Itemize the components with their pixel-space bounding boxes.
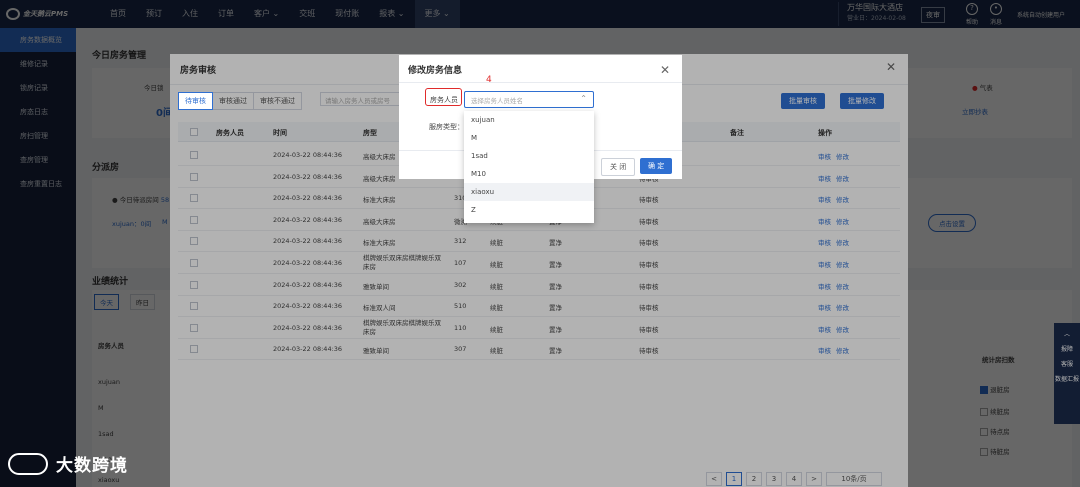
option-m[interactable]: M (464, 129, 594, 147)
person-select[interactable]: 选择房务人员姓名 ⌃ (464, 91, 594, 108)
chevron-up-icon: ⌃ (580, 94, 587, 103)
option-1sad[interactable]: 1sad (464, 147, 594, 165)
watermark-logo-icon (8, 452, 48, 475)
divider (399, 82, 682, 83)
option-m10[interactable]: M10 (464, 165, 594, 183)
annotation-number: 4 (486, 75, 492, 85)
edit-title: 修改房务信息 (408, 66, 463, 76)
option-xiaoxu[interactable]: xiaoxu (464, 183, 594, 201)
option-xujuan[interactable]: xujuan (464, 111, 594, 129)
close-button[interactable]: 关 闭 (601, 158, 636, 176)
person-label: 房务人员 (430, 96, 458, 104)
type-label: 服房类型： (429, 123, 464, 131)
edit-close-icon[interactable]: ✕ (660, 63, 670, 77)
person-dropdown: xujuan M 1sad M10 xiaoxu Z (464, 111, 594, 223)
option-z[interactable]: Z (464, 201, 594, 219)
confirm-button[interactable]: 确 定 (640, 158, 673, 174)
watermark: 大数跨境 (8, 451, 128, 476)
tab-pending[interactable]: 待审核 (178, 92, 213, 110)
